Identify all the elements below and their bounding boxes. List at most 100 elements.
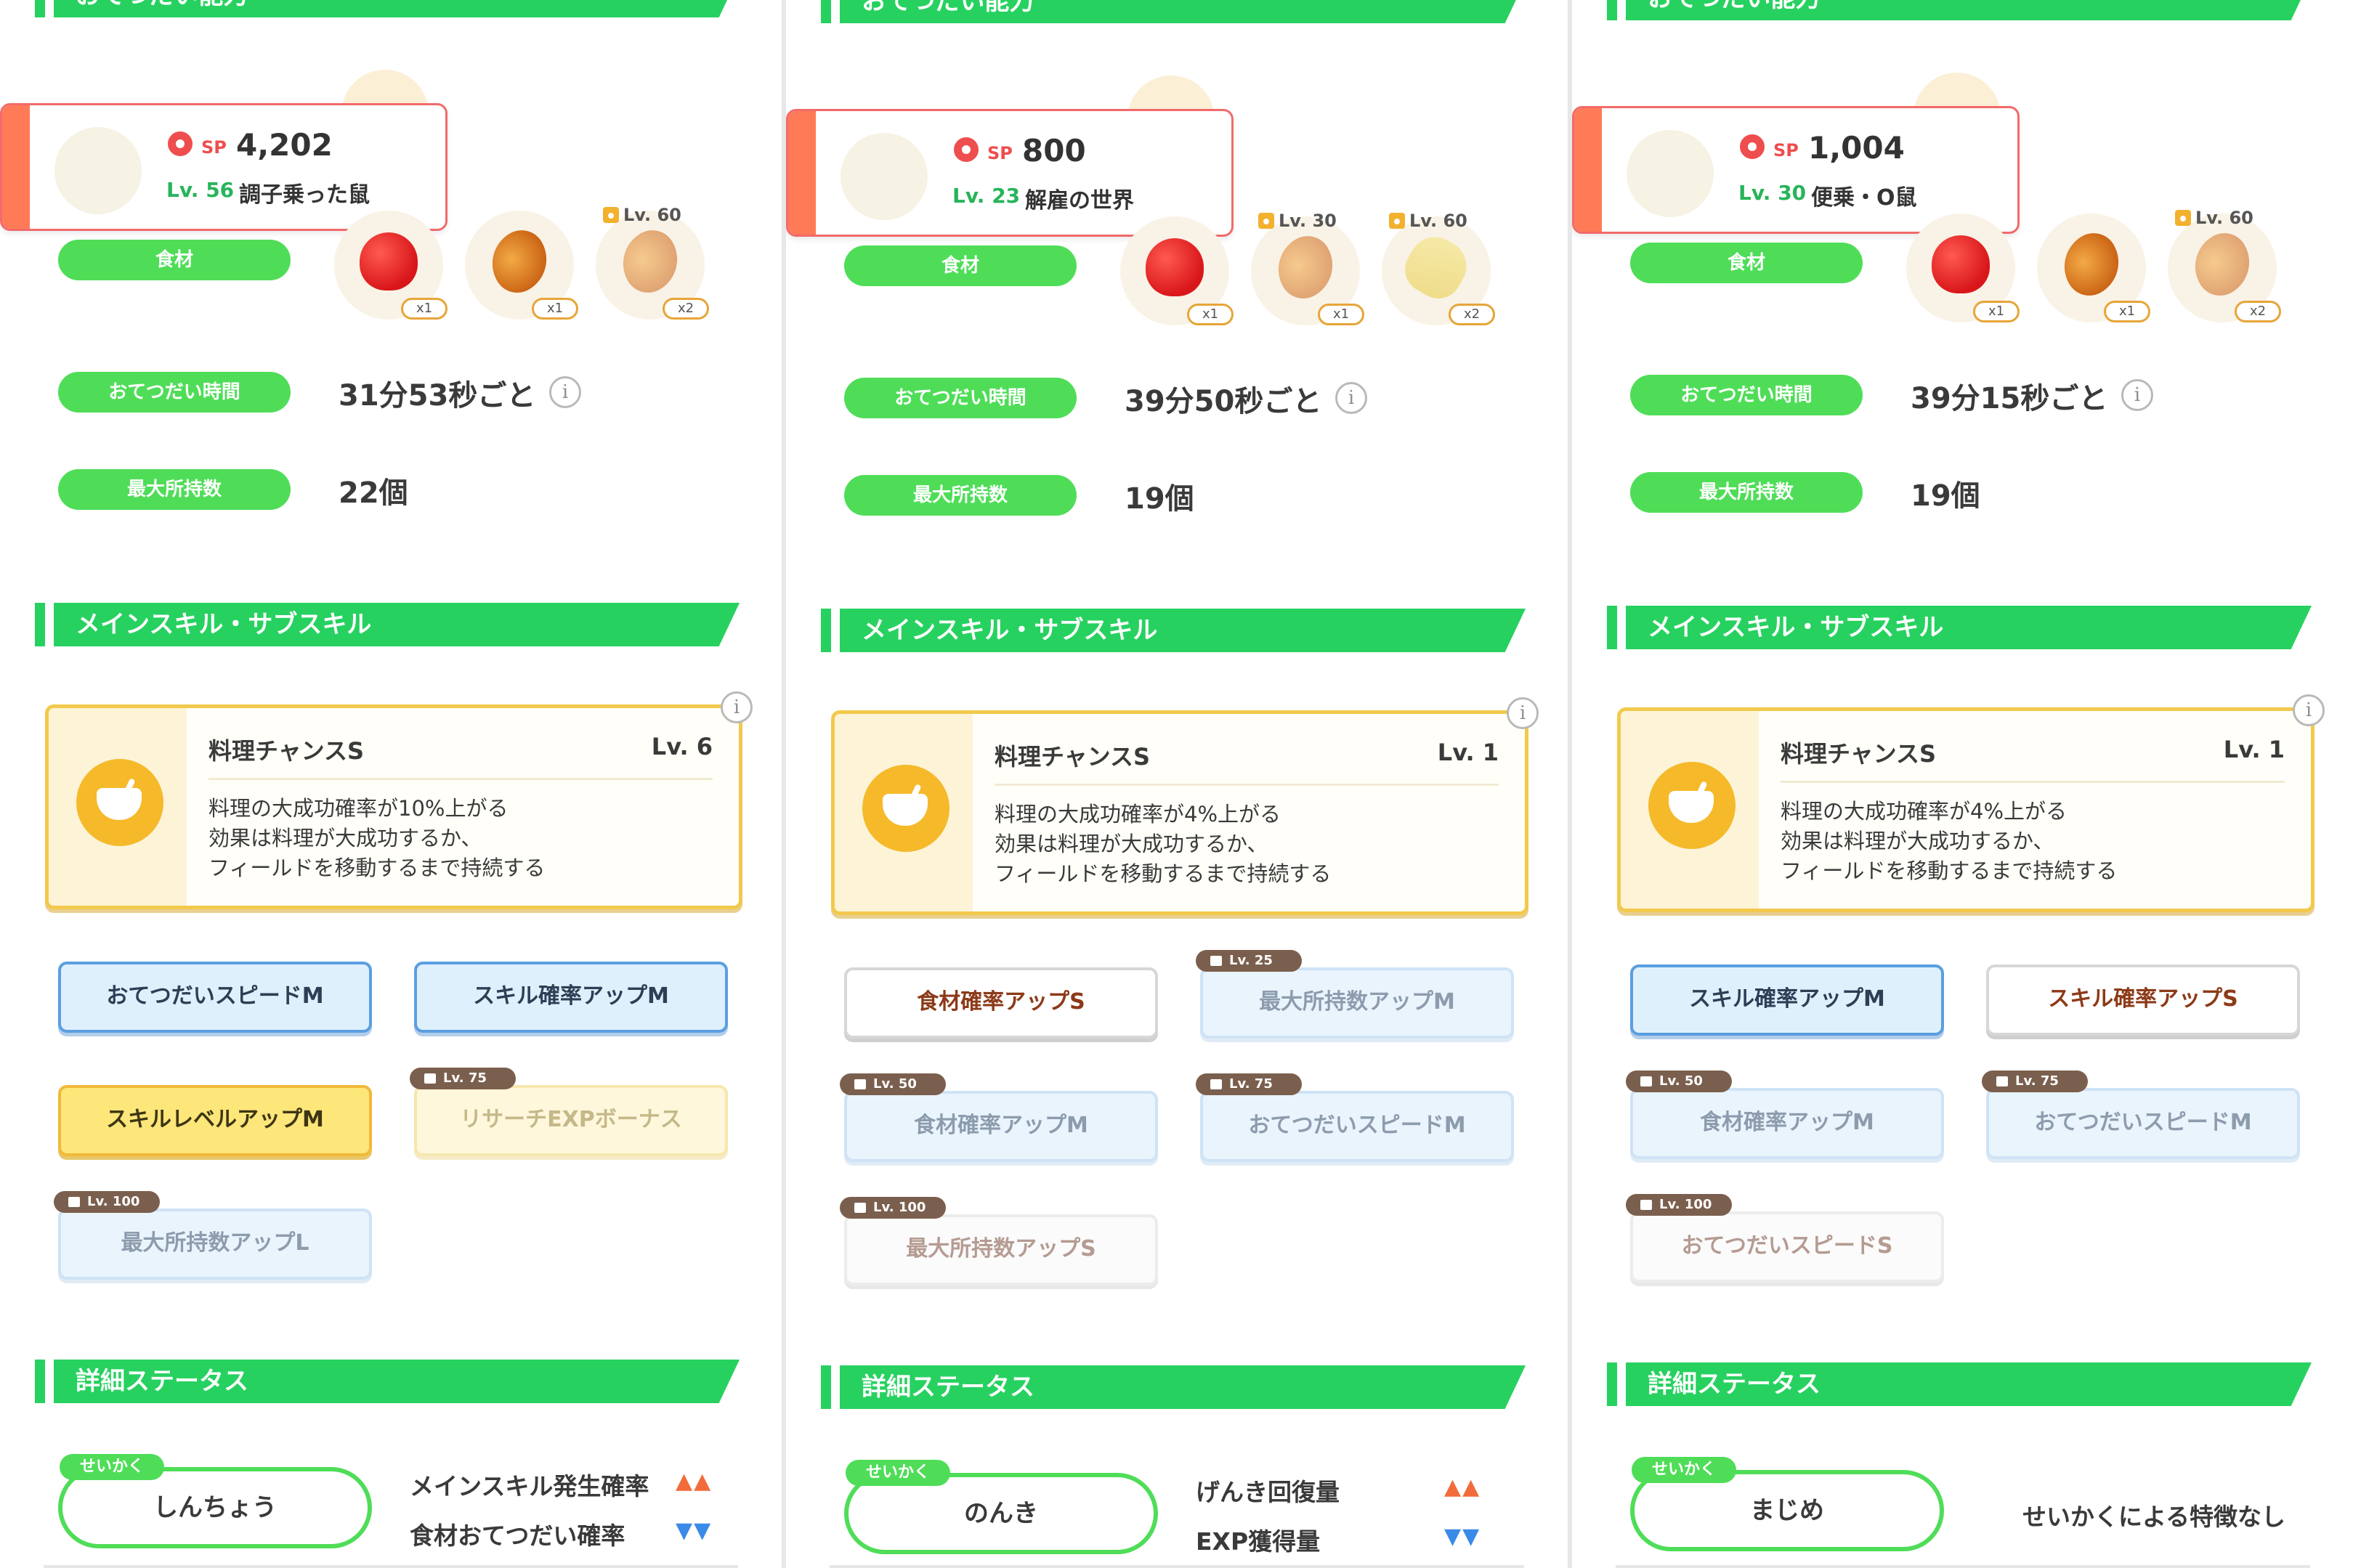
section-header-help-ability: おてつだい能力 <box>821 0 1526 23</box>
section-title: メインスキル・サブスキル <box>1648 613 1944 642</box>
section-header-help-ability: おてつだい能力 <box>1607 0 2312 20</box>
info-icon[interactable]: i <box>549 376 581 408</box>
sub-skill-lock-badge: Lv. 50 <box>840 1073 946 1095</box>
sp-value: 1,004 <box>1808 130 1905 166</box>
sub-skill-lock-badge: Lv. 25 <box>1196 950 1302 972</box>
sub-skill-lock-badge: Lv. 100 <box>840 1197 946 1219</box>
section-header-skills: メインスキル・サブスキル <box>821 609 1526 652</box>
ingredient-quantity: x1 <box>1318 304 1364 325</box>
unlock-level-text: Lv. 60 <box>623 205 681 225</box>
sub-skill-button[interactable]: 最大所持数アップM <box>1200 967 1514 1039</box>
apple-icon <box>1932 235 1990 293</box>
lock-icon <box>2175 210 2191 226</box>
sub-skill-button[interactable]: おてつだいスピードM <box>1986 1088 2300 1159</box>
section-title: 詳細ステータス <box>1648 1370 1821 1399</box>
nature-tag: せいかく <box>846 1460 950 1486</box>
max-carry-value: 19個 <box>1125 482 1194 516</box>
sub-skill-button[interactable]: スキル確率アップM <box>414 962 728 1033</box>
sub-skill-button[interactable]: スキル確率アップM <box>1630 964 1944 1036</box>
pokemon-avatar <box>841 133 928 220</box>
header-accent <box>821 1365 831 1409</box>
ingredient-quantity: x1 <box>401 298 447 320</box>
bean-icon <box>2052 224 2131 304</box>
section-title: 詳細ステータス <box>76 1367 248 1396</box>
lock-icon <box>1258 213 1274 229</box>
cooking-pot-icon <box>862 765 949 852</box>
apple-icon <box>360 232 418 291</box>
sub-skill-button[interactable]: 食材確率アップM <box>1630 1088 1944 1159</box>
unlock-level-text: Lv. 60 <box>2195 208 2253 228</box>
main-skill-card[interactable]: 料理チャンスS Lv. 1 料理の大成功確率が4%上がる 効果は料理が大成功するか、… <box>831 710 1528 915</box>
main-skill-level: Lv. 6 <box>651 733 713 760</box>
sub-skill-button[interactable]: 食材確率アップM <box>844 1091 1158 1162</box>
skill-separator <box>208 778 713 780</box>
lock-icon <box>1389 213 1405 229</box>
sub-skill-button[interactable]: おてつだいスピードM <box>58 962 372 1033</box>
cooking-pot-icon <box>76 759 163 846</box>
nature-effect-label: げんき回復量 <box>1196 1478 1340 1506</box>
label-help-time: おてつだい時間 <box>844 378 1077 418</box>
label-max-carry: 最大所持数 <box>844 475 1077 516</box>
help-time-value: 39分15秒ごと <box>1911 382 2108 415</box>
header-accent <box>1607 606 1617 649</box>
pokemon-nickname: 調子乗った鼠 <box>239 182 370 208</box>
sub-skill-button[interactable]: スキルレベルアップM <box>58 1085 372 1156</box>
ingredient-unlock-level: Lv. 30 <box>1258 211 1337 231</box>
bottom-rule <box>44 1565 738 1568</box>
max-carry-value: 22個 <box>339 476 408 510</box>
section-header-help-ability: おてつだい能力 <box>35 0 740 17</box>
sub-skill-lock-badge: Lv. 100 <box>1626 1194 1732 1216</box>
sp-label: SP <box>1773 140 1799 161</box>
sub-skill-button[interactable]: 最大所持数アップS <box>844 1214 1158 1285</box>
main-skill-description: 料理の大成功確率が4%上がる 効果は料理が大成功するか、 フィールドを移動するま… <box>995 802 1332 886</box>
info-icon[interactable]: i <box>1335 382 1367 414</box>
header-accent <box>35 603 45 646</box>
sub-skill-lock-badge: Lv. 100 <box>54 1191 160 1213</box>
bean-icon <box>479 222 559 301</box>
increase-arrows-icon: ▲▲ <box>1444 1474 1481 1500</box>
pokeball-icon <box>1740 134 1765 159</box>
cooking-pot-icon <box>1648 762 1736 849</box>
sub-skill-button[interactable]: 食材確率アップS <box>844 967 1158 1039</box>
main-skill-description: 料理の大成功確率が10%上がる 効果は料理が大成功するか、 フィールドを移動する… <box>208 796 546 880</box>
label-ingredients: 食材 <box>1630 243 1863 283</box>
sp-label: SP <box>201 137 227 158</box>
sub-skill-button[interactable]: おてつだいスピードS <box>1630 1211 1944 1283</box>
sub-skill-button[interactable]: 最大所持数アップL <box>58 1209 372 1280</box>
info-icon[interactable]: i <box>2121 379 2153 411</box>
sp-label: SP <box>987 143 1013 163</box>
decrease-arrows-icon: ▼▼ <box>676 1518 713 1543</box>
section-title: メインスキル・サブスキル <box>862 616 1158 645</box>
label-help-time: おてつだい時間 <box>1630 375 1863 415</box>
sub-skill-button[interactable]: スキル確率アップS <box>1986 964 2300 1036</box>
header-accent <box>1607 1362 1617 1406</box>
bottom-rule <box>1616 1565 2310 1568</box>
sp-value: 4,202 <box>236 127 333 163</box>
ingredient-quantity: x2 <box>1449 304 1495 325</box>
unlock-level-text: Lv. 60 <box>1409 211 1467 231</box>
nature-effect-label: 食材おてつだい確率 <box>410 1522 625 1550</box>
ingredient-quantity: x1 <box>1973 301 2020 322</box>
sub-skill-button[interactable]: おてつだいスピードM <box>1200 1091 1514 1162</box>
main-skill-name: 料理チャンスS <box>995 743 1151 771</box>
skill-separator <box>1781 781 2285 783</box>
main-skill-card[interactable]: 料理チャンスS Lv. 1 料理の大成功確率が4%上がる 効果は料理が大成功するか、… <box>1617 707 2314 912</box>
pokemon-panel: おてつだい能力 SP 800 Lv. 23 解雇の世界 食材 x1 x1 Lv. 30 x2 Lv.… <box>786 0 1568 1568</box>
sub-skill-button[interactable]: リサーチEXPボーナス <box>414 1085 728 1156</box>
header-accent <box>35 0 45 17</box>
sub-skill-lock-badge: Lv. 50 <box>1626 1071 1732 1092</box>
skill-info-icon[interactable]: i <box>721 691 753 723</box>
main-skill-name: 料理チャンスS <box>1781 740 1937 768</box>
section-header-details: 詳細ステータス <box>821 1365 1526 1409</box>
pokemon-level: Lv. 30 <box>1738 181 1807 205</box>
pokemon-avatar <box>1627 130 1714 217</box>
pokemon-panel: おてつだい能力 SP 1,004Lv. 30便乗・O鼠食材 x1 x1 x2 Lv. 60 お… <box>1572 0 2353 1568</box>
skill-info-icon[interactable]: i <box>2293 694 2325 726</box>
ingredient-quantity: x2 <box>663 298 709 320</box>
main-skill-card[interactable]: 料理チャンスS Lv. 6 料理の大成功確率が10%上がる 効果は料理が大成功するか… <box>45 704 742 909</box>
ingredient-unlock-level: Lv. 60 <box>603 205 681 225</box>
skill-info-icon[interactable]: i <box>1507 697 1539 729</box>
card-stripe <box>1574 108 1602 232</box>
max-carry-value: 19個 <box>1911 479 1980 513</box>
skill-separator <box>995 784 1499 786</box>
